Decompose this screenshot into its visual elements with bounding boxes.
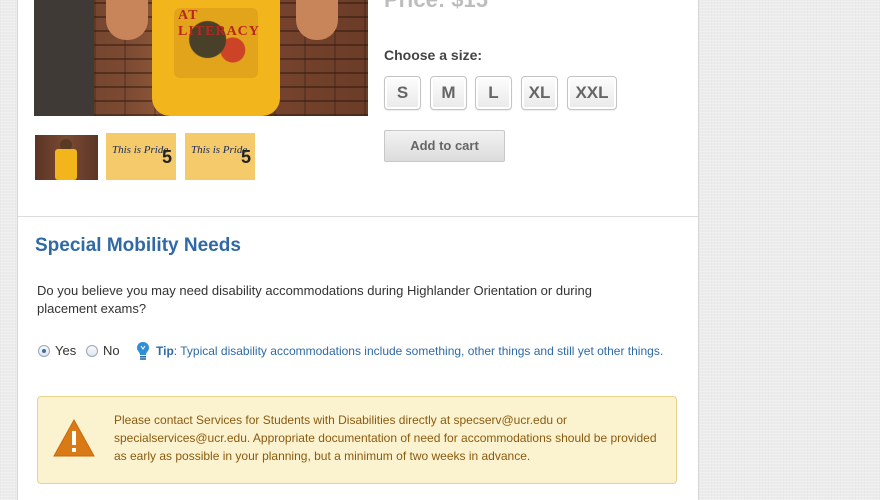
price-text: Price: $15 <box>384 0 488 13</box>
thumb-script-text: This is Pride <box>112 144 169 156</box>
shirt-graphic-text: AT LITERACY <box>178 8 260 39</box>
thumb-number: 5 <box>161 147 172 167</box>
radio-option-no[interactable]: No <box>86 343 120 358</box>
content-card: AT LITERACY This is Pride 5 This is Prid… <box>17 0 699 500</box>
accommodation-question: Do you believe you may need disability a… <box>37 283 592 316</box>
radio-yes-button[interactable] <box>38 344 50 357</box>
radio-no-button[interactable] <box>86 344 98 357</box>
door-background <box>34 0 94 116</box>
size-button-xl[interactable]: XL <box>521 76 558 110</box>
section-divider <box>18 216 698 217</box>
radio-no-label: No <box>103 343 120 358</box>
add-to-cart-button[interactable]: Add to cart <box>384 130 505 162</box>
radio-yes-label: Yes <box>55 343 77 358</box>
yellow-shirt: AT LITERACY <box>152 0 280 116</box>
size-button-l[interactable]: L <box>475 76 512 110</box>
tip-label: Tip <box>156 344 174 358</box>
radio-option-yes[interactable]: Yes <box>38 343 76 358</box>
section-title: Special Mobility Needs <box>35 235 241 256</box>
thumb-person-shirt <box>55 149 77 180</box>
lightbulb-icon <box>137 342 149 360</box>
disability-alert-box: Please contact Services for Students wit… <box>37 396 677 484</box>
product-thumbnail-3[interactable]: This is Pride 5 <box>185 133 255 180</box>
tip-line: Tip : Typical disability accommodations … <box>136 341 663 361</box>
product-thumbnail-1[interactable] <box>35 135 98 180</box>
size-button-s[interactable]: S <box>384 76 421 110</box>
alert-message: Please contact Services for Students wit… <box>114 413 657 463</box>
product-main-photo[interactable]: AT LITERACY <box>34 0 368 116</box>
thumb-number: 5 <box>240 147 251 167</box>
size-heading: Choose a size: <box>384 47 483 63</box>
tip-text: : Typical disability accommodations incl… <box>173 344 664 358</box>
size-button-m[interactable]: M <box>430 76 467 110</box>
warning-icon <box>53 418 95 457</box>
left-hand <box>106 0 148 40</box>
thumb-script-text: This is Pride <box>191 144 248 156</box>
right-hand <box>296 0 338 40</box>
size-button-xxl[interactable]: XXL <box>567 76 617 110</box>
product-thumbnail-2[interactable]: This is Pride 5 <box>106 133 176 180</box>
